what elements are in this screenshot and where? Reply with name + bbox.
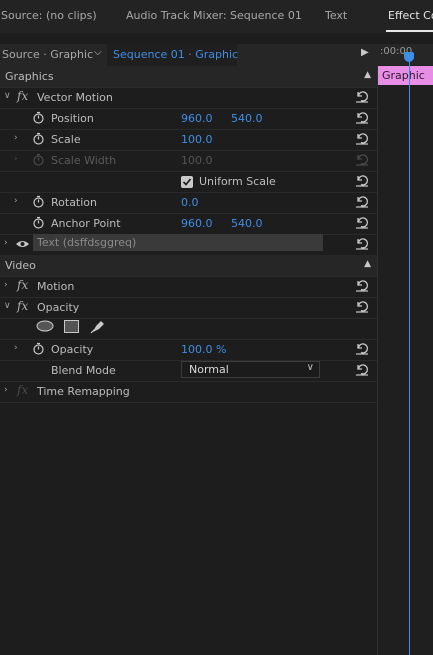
effect-vector-motion[interactable]: ∨ fx Vector Motion <box>0 87 377 109</box>
section-title: Video <box>5 259 36 272</box>
property-label: Opacity <box>51 343 94 356</box>
chevron-down-icon[interactable]: ∨ <box>4 301 11 311</box>
source-clip-label[interactable]: Source · Graphic <box>2 48 93 61</box>
chevron-right-icon[interactable]: › <box>4 280 8 290</box>
text-layer-label: Text (dsffdsggreq) <box>37 236 137 249</box>
collapse-up-icon[interactable]: ▲ <box>364 259 371 269</box>
tab-text[interactable]: Text <box>325 9 347 22</box>
clip-label: Graphic <box>382 69 425 82</box>
reset-icon[interactable] <box>355 89 369 103</box>
anchor-y-value[interactable]: 540.0 <box>231 217 263 230</box>
fx-icon: fx <box>17 383 29 397</box>
graphic-clip[interactable]: Graphic <box>378 66 433 85</box>
blend-mode-dropdown[interactable]: Normal ∨ <box>181 361 320 378</box>
chevron-down-icon[interactable]: ∨ <box>4 91 11 101</box>
effect-opacity[interactable]: ∨ fx Opacity <box>0 297 377 319</box>
reset-icon <box>356 154 369 166</box>
stopwatch-icon[interactable] <box>32 342 45 355</box>
effect-label: Opacity <box>37 301 80 314</box>
sequence-clip-selector[interactable]: ⌵ Sequence 01 · Graphic <box>94 44 238 66</box>
property-label: Scale Width <box>51 154 117 167</box>
reset-icon[interactable] <box>355 299 369 313</box>
chevron-right-icon[interactable]: › <box>14 196 18 206</box>
effect-motion[interactable]: › fx Motion <box>0 276 377 298</box>
mask-tools-row <box>0 318 377 340</box>
section-graphics[interactable]: Graphics ▲ <box>0 66 377 88</box>
pen-mask-icon[interactable] <box>90 318 106 334</box>
stopwatch-icon[interactable] <box>32 111 45 124</box>
reset-icon[interactable] <box>355 215 369 229</box>
tab-source[interactable]: Source: (no clips) <box>1 9 97 22</box>
property-label: Anchor Point <box>51 217 121 230</box>
sequence-clip-label[interactable]: Sequence 01 · Graphic <box>113 48 238 61</box>
reset-icon[interactable] <box>355 236 369 250</box>
tab-audio-track-mixer[interactable]: Audio Track Mixer: Sequence 01 <box>126 9 302 22</box>
panel-tab-bar: Source: (no clips) Audio Track Mixer: Se… <box>0 0 433 33</box>
chevron-down-icon[interactable]: ⌵ <box>94 47 102 58</box>
stopwatch-icon[interactable] <box>32 132 45 145</box>
uniform-scale-checkbox[interactable] <box>181 176 193 188</box>
effect-label: Motion <box>37 280 75 293</box>
chevron-right-icon[interactable]: › <box>14 343 18 353</box>
stopwatch-icon[interactable] <box>32 216 45 229</box>
chevron-right-icon[interactable]: › <box>4 385 8 395</box>
position-x-value[interactable]: 960.0 <box>181 112 213 125</box>
uniform-scale-label[interactable]: Uniform Scale <box>199 175 276 188</box>
fx-icon[interactable]: fx <box>17 278 28 292</box>
opacity-value[interactable]: 100.0 % <box>181 343 226 356</box>
text-layer-item[interactable]: Text (dsffdsggreq) <box>33 234 323 251</box>
reset-icon[interactable] <box>355 173 369 187</box>
chevron-right-icon[interactable]: › <box>4 238 8 248</box>
reset-icon[interactable] <box>355 278 369 292</box>
anchor-x-value[interactable]: 960.0 <box>181 217 213 230</box>
fx-icon[interactable]: fx <box>17 89 28 103</box>
effect-time-remapping[interactable]: › fx Time Remapping <box>0 381 377 403</box>
reset-icon[interactable] <box>355 110 369 124</box>
blend-mode-value: Normal <box>189 363 229 376</box>
property-label: Blend Mode <box>51 364 116 377</box>
section-title: Graphics <box>5 70 54 83</box>
reset-icon[interactable] <box>355 194 369 208</box>
section-video[interactable]: Video ▲ <box>0 255 377 277</box>
chevron-right-icon[interactable]: › <box>14 133 18 143</box>
eye-icon[interactable] <box>15 239 30 249</box>
ellipse-mask-icon[interactable] <box>36 320 54 332</box>
checkmark-icon <box>182 178 192 186</box>
tab-effect-controls[interactable]: Effect Co <box>388 9 433 22</box>
property-scale: › Scale 100.0 <box>0 129 377 151</box>
property-rotation: › Rotation 0.0 <box>0 192 377 214</box>
playhead-line[interactable] <box>409 60 410 655</box>
reset-icon[interactable] <box>355 131 369 145</box>
property-position: Position 960.0 540.0 <box>0 108 377 130</box>
stopwatch-icon[interactable] <box>32 195 45 208</box>
reset-icon[interactable] <box>355 341 369 355</box>
property-label: Scale <box>51 133 81 146</box>
playhead-handle[interactable] <box>404 52 414 62</box>
fx-icon[interactable]: fx <box>17 299 28 313</box>
stopwatch-icon <box>33 153 44 166</box>
scale-value[interactable]: 100.0 <box>181 133 213 146</box>
rectangle-mask-icon[interactable] <box>64 320 79 333</box>
active-tab-indicator <box>386 30 433 32</box>
scale-width-value: 100.0 <box>181 154 213 167</box>
property-label: Position <box>51 112 94 125</box>
position-y-value[interactable]: 540.0 <box>231 112 263 125</box>
collapse-up-icon[interactable]: ▲ <box>364 70 371 80</box>
property-anchor-point: Anchor Point 960.0 540.0 <box>0 213 377 235</box>
property-label: Rotation <box>51 196 98 209</box>
reset-icon[interactable] <box>355 362 369 376</box>
property-opacity: › Opacity 100.0 % <box>0 339 377 361</box>
effect-label: Time Remapping <box>37 385 130 398</box>
effect-timeline[interactable] <box>377 44 433 655</box>
play-triangle-icon[interactable]: ▶ <box>361 47 369 58</box>
property-scale-width: › Scale Width 100.0 <box>0 150 377 172</box>
chevron-down-icon: ∨ <box>306 362 314 373</box>
rotation-value[interactable]: 0.0 <box>181 196 199 209</box>
chevron-right-icon: › <box>14 154 18 164</box>
effect-label: Vector Motion <box>37 91 113 104</box>
